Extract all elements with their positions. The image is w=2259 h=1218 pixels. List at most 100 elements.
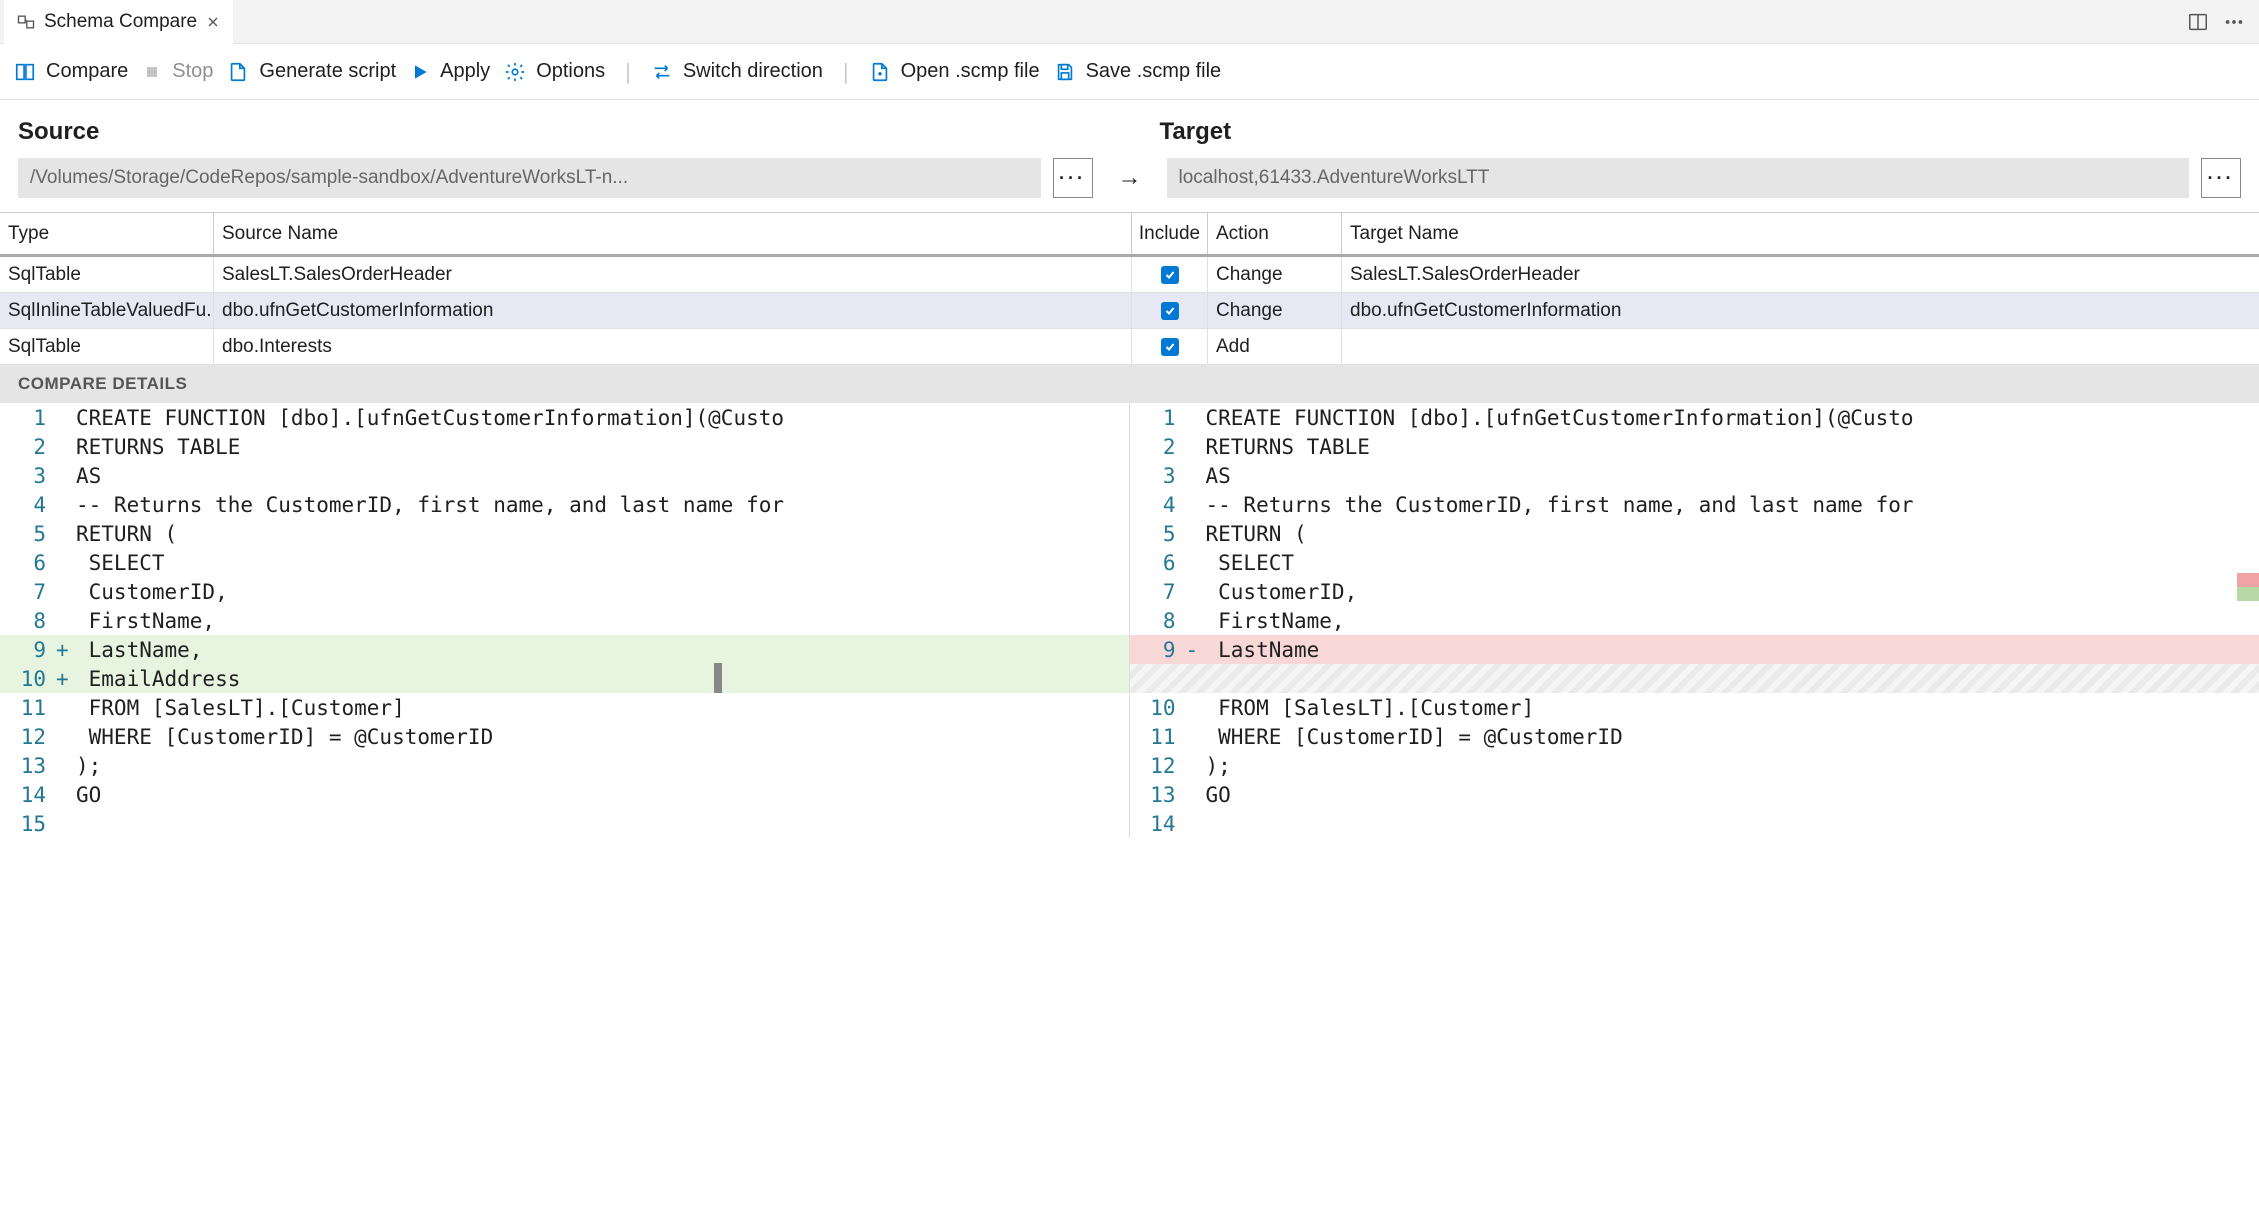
diff-view: 1CREATE FUNCTION [dbo].[ufnGetCustomerIn…	[0, 403, 2259, 838]
diff-pane-left[interactable]: 1CREATE FUNCTION [dbo].[ufnGetCustomerIn…	[0, 403, 1130, 838]
line-content: FROM [SalesLT].[Customer]	[1202, 696, 1535, 720]
line-content: -- Returns the CustomerID, first name, a…	[1202, 493, 1914, 517]
target-title: Target	[1160, 118, 2242, 146]
code-line: 7 CustomerID,	[0, 577, 1129, 606]
cell-target	[1342, 329, 2259, 364]
stop-icon	[142, 62, 162, 82]
line-content: GO	[72, 783, 101, 807]
code-line: 11 FROM [SalesLT].[Customer]	[0, 693, 1129, 722]
target-path-input[interactable]: localhost,61433.AdventureWorksLTT	[1167, 158, 2190, 198]
source-title: Source	[18, 118, 1100, 146]
line-number: 9	[0, 638, 56, 662]
save-scmp-button[interactable]: Save .scmp file	[1054, 60, 1222, 83]
code-line: 8 FirstName,	[1130, 606, 2259, 635]
tab-schema-compare[interactable]: Schema Compare	[4, 0, 233, 44]
stop-button: Stop	[142, 60, 213, 83]
col-target-name[interactable]: Target Name	[1342, 213, 2259, 254]
line-content: CustomerID,	[1202, 580, 1358, 604]
line-number: 9	[1130, 638, 1186, 662]
col-include[interactable]: Include	[1132, 213, 1208, 254]
line-number: 15	[0, 812, 56, 836]
compare-button[interactable]: Compare	[14, 60, 128, 83]
options-button[interactable]: Options	[504, 60, 605, 83]
options-label: Options	[536, 60, 605, 83]
line-content: );	[72, 754, 101, 778]
cell-include[interactable]	[1132, 293, 1208, 328]
cell-action: Change	[1208, 257, 1342, 292]
open-scmp-label: Open .scmp file	[901, 60, 1040, 83]
apply-label: Apply	[440, 60, 490, 83]
table-row[interactable]: SqlTabledbo.InterestsAdd	[0, 329, 2259, 365]
code-line	[1130, 664, 2259, 693]
source-browse-button[interactable]: ···	[1053, 158, 1093, 198]
line-number: 3	[1130, 464, 1186, 488]
line-content: );	[1202, 754, 1231, 778]
code-line: 15	[0, 809, 1129, 838]
line-number: 11	[1130, 725, 1186, 749]
play-icon	[410, 62, 430, 82]
split-editor-icon[interactable]	[2187, 11, 2209, 33]
code-line: 5RETURN (	[1130, 519, 2259, 548]
code-line: 13);	[0, 751, 1129, 780]
checkbox-icon[interactable]	[1161, 338, 1179, 356]
open-file-icon	[869, 61, 891, 83]
stop-label: Stop	[172, 60, 213, 83]
code-line: 5RETURN (	[0, 519, 1129, 548]
line-content: RETURNS TABLE	[72, 435, 240, 459]
line-number: 14	[0, 783, 56, 807]
line-number: 6	[0, 551, 56, 575]
col-action[interactable]: Action	[1208, 213, 1342, 254]
cell-type: SqlTable	[0, 257, 214, 292]
open-scmp-button[interactable]: Open .scmp file	[869, 60, 1040, 83]
col-source-name[interactable]: Source Name	[214, 213, 1132, 254]
line-content: LastName	[1202, 638, 1320, 662]
line-content: SELECT	[1202, 551, 1295, 575]
minimap[interactable]	[2237, 403, 2259, 838]
line-content: CREATE FUNCTION [dbo].[ufnGetCustomerInf…	[1202, 406, 1914, 430]
code-line: 2RETURNS TABLE	[1130, 432, 2259, 461]
line-content: WHERE [CustomerID] = @CustomerID	[72, 725, 493, 749]
line-content: WHERE [CustomerID] = @CustomerID	[1202, 725, 1623, 749]
table-row[interactable]: SqlInlineTableValuedFu...dbo.ufnGetCusto…	[0, 293, 2259, 329]
line-content: SELECT	[72, 551, 165, 575]
line-number: 10	[0, 667, 56, 691]
switch-direction-button[interactable]: Switch direction	[651, 60, 823, 83]
gear-icon	[504, 61, 526, 83]
cell-include[interactable]	[1132, 257, 1208, 292]
cell-type: SqlInlineTableValuedFu...	[0, 293, 214, 328]
code-line: 8 FirstName,	[0, 606, 1129, 635]
diff-table: Type Source Name Include Action Target N…	[0, 212, 2259, 365]
line-content: AS	[1202, 464, 1231, 488]
code-line: 12);	[1130, 751, 2259, 780]
compare-details-header: COMPARE DETAILS	[0, 365, 2259, 403]
code-line: 6 SELECT	[1130, 548, 2259, 577]
line-number: 7	[1130, 580, 1186, 604]
table-row[interactable]: SqlTableSalesLT.SalesOrderHeaderChangeSa…	[0, 257, 2259, 293]
checkbox-icon[interactable]	[1161, 266, 1179, 284]
line-content: RETURNS TABLE	[1202, 435, 1370, 459]
switch-direction-label: Switch direction	[683, 60, 823, 83]
more-icon[interactable]	[2223, 11, 2245, 33]
cell-source: SalesLT.SalesOrderHeader	[214, 257, 1132, 292]
line-number: 11	[0, 696, 56, 720]
code-line: 14	[1130, 809, 2259, 838]
source-target-header: Source Target	[0, 100, 2259, 158]
col-type[interactable]: Type	[0, 213, 214, 254]
line-content: GO	[1202, 783, 1231, 807]
code-line: 4-- Returns the CustomerID, first name, …	[0, 490, 1129, 519]
diff-pane-right[interactable]: 1CREATE FUNCTION [dbo].[ufnGetCustomerIn…	[1130, 403, 2259, 838]
source-path-input[interactable]: /Volumes/Storage/CodeRepos/sample-sandbo…	[18, 158, 1041, 198]
line-content: CustomerID,	[72, 580, 228, 604]
line-content: EmailAddress	[72, 667, 240, 691]
diff-marker: +	[56, 667, 72, 691]
cell-source: dbo.ufnGetCustomerInformation	[214, 293, 1132, 328]
checkbox-icon[interactable]	[1161, 302, 1179, 320]
cell-type: SqlTable	[0, 329, 214, 364]
target-browse-button[interactable]: ···	[2201, 158, 2241, 198]
apply-button[interactable]: Apply	[410, 60, 490, 83]
generate-script-button[interactable]: Generate script	[227, 60, 396, 83]
line-number: 13	[0, 754, 56, 778]
cell-include[interactable]	[1132, 329, 1208, 364]
code-line: 9- LastName	[1130, 635, 2259, 664]
close-icon[interactable]	[205, 14, 221, 30]
